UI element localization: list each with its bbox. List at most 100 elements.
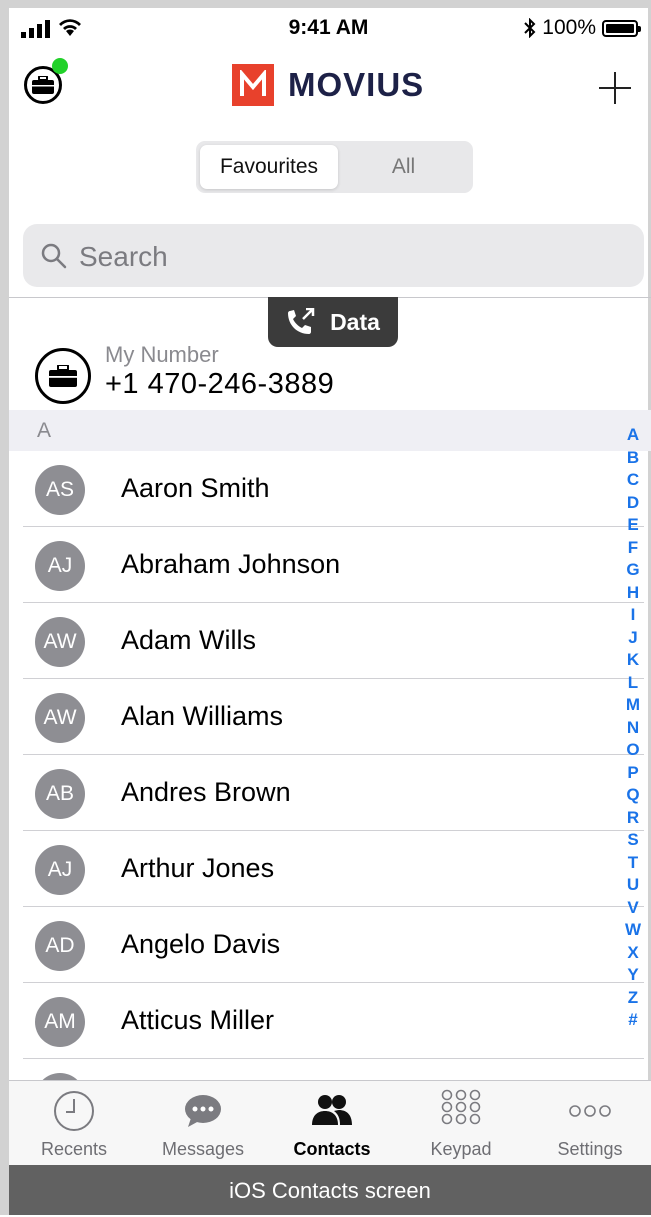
contacts-filter-segment: Favourites All (196, 141, 473, 193)
battery-icon (602, 19, 641, 37)
contact-avatar: AB (35, 769, 85, 819)
my-number-value: +1 470-246-3889 (105, 368, 335, 400)
tab-label: Settings (557, 1139, 623, 1159)
tab-all[interactable]: All (338, 145, 469, 189)
clock-icon (10, 1089, 138, 1133)
tab-label: Keypad (430, 1139, 492, 1159)
tab-settings[interactable]: Settings (526, 1081, 651, 1166)
screen-caption: iOS Contacts screen (9, 1165, 651, 1215)
contact-row[interactable]: AJ Abraham Johnson (9, 527, 651, 603)
alphabet-index-letter[interactable]: U (622, 874, 644, 897)
contact-avatar: AW (35, 617, 85, 667)
alphabet-index-letter[interactable]: Q (622, 784, 644, 807)
contact-name: Alan Williams (121, 701, 284, 731)
alphabet-index-letter[interactable]: V (622, 897, 644, 920)
search-input[interactable] (77, 236, 621, 278)
contact-avatar: AM (35, 997, 85, 1047)
tab-favourites[interactable]: Favourites (200, 145, 338, 189)
alphabet-index-letter[interactable]: H (622, 582, 644, 605)
my-number-label: My Number (105, 342, 219, 367)
battery-percent: 100% (542, 16, 596, 39)
tab-recents[interactable]: Recents (10, 1081, 138, 1166)
contact-avatar: AJ (35, 845, 85, 895)
alphabet-index-letter[interactable]: S (622, 829, 644, 852)
section-header: A (9, 410, 651, 451)
alphabet-index-letter[interactable]: G (622, 559, 644, 582)
contact-row-partial[interactable] (9, 1059, 651, 1080)
contact-name: Andres Brown (121, 777, 291, 807)
tab-messages[interactable]: Messages (139, 1081, 267, 1166)
section-letter: A (37, 419, 52, 442)
contacts-icon (268, 1089, 396, 1133)
contact-row[interactable]: AW Adam Wills (9, 603, 651, 679)
battery-status: 100% (524, 16, 641, 40)
add-contact-button[interactable] (596, 68, 636, 108)
alphabet-index-letter[interactable]: O (622, 739, 644, 762)
contact-row[interactable]: AW Alan Williams (9, 679, 651, 755)
contact-name: Angelo Davis (121, 929, 281, 959)
contact-avatar (35, 1073, 85, 1080)
contact-row[interactable]: AJ Arthur Jones (9, 831, 651, 907)
alphabet-index-letter[interactable]: I (622, 604, 644, 627)
briefcase-icon (32, 76, 54, 94)
alphabet-index-letter[interactable]: X (622, 942, 644, 965)
alphabet-index-letter[interactable]: F (622, 537, 644, 560)
contact-row[interactable]: AD Angelo Davis (9, 907, 651, 983)
alphabet-index-letter[interactable]: B (622, 447, 644, 470)
frame-border-top (0, 0, 651, 8)
alphabet-index-letter[interactable]: A (622, 424, 644, 447)
frame-border-left (0, 0, 9, 1215)
alphabet-index-letter[interactable]: K (622, 649, 644, 672)
alphabet-index-letter[interactable]: P (622, 762, 644, 785)
alphabet-index-letter[interactable]: # (622, 1009, 644, 1032)
search-icon (41, 243, 67, 269)
more-dots-icon (526, 1089, 651, 1133)
contact-name: Aaron Smith (121, 473, 270, 503)
chat-bubble-icon (139, 1089, 267, 1133)
briefcase-icon (49, 365, 77, 387)
alphabet-index-letter[interactable]: M (622, 694, 644, 717)
alphabet-index-letter[interactable]: J (622, 627, 644, 650)
alphabet-index-letter[interactable]: Y (622, 964, 644, 987)
contact-name: Arthur Jones (121, 853, 275, 883)
alphabet-index[interactable]: A B C D E F G H I J K L M N O P Q R S T U V W X Y Z # (622, 424, 644, 1032)
contact-row[interactable]: AM Atticus Miller (9, 983, 651, 1059)
contact-avatar: AD (35, 921, 85, 971)
keypad-icon (397, 1089, 525, 1133)
alphabet-index-letter[interactable]: R (622, 807, 644, 830)
alphabet-index-letter[interactable]: N (622, 717, 644, 740)
status-bar: 9:41 AM 100% (9, 8, 648, 48)
contact-row[interactable]: AB Andres Brown (9, 755, 651, 831)
contact-name: Atticus Miller (121, 1005, 275, 1035)
alphabet-index-letter[interactable]: C (622, 469, 644, 492)
alphabet-index-letter[interactable]: T (622, 852, 644, 875)
contact-avatar: AJ (35, 541, 85, 591)
data-call-badge[interactable]: Data (268, 297, 398, 347)
alphabet-index-letter[interactable]: Z (622, 987, 644, 1010)
tab-label: Contacts (293, 1139, 371, 1159)
online-status-dot (52, 58, 68, 74)
data-badge-label: Data (330, 308, 380, 335)
logo-text: MOVIUS (288, 66, 425, 103)
tab-contacts[interactable]: Contacts (268, 1081, 396, 1166)
contact-name: Abraham Johnson (121, 549, 341, 579)
alphabet-index-letter[interactable]: W (622, 919, 644, 942)
phone-arrow-icon (288, 308, 315, 334)
alphabet-index-letter[interactable]: E (622, 514, 644, 537)
logo-mark-icon (232, 64, 274, 106)
my-number-avatar (35, 348, 91, 404)
search-bar[interactable] (23, 224, 644, 287)
phone-frame: 9:41 AM 100% MOVIUS Favourites All Searc… (0, 0, 651, 1215)
tab-label: Messages (161, 1139, 245, 1159)
contact-name: Adam Wills (121, 625, 257, 655)
tab-label: Recents (40, 1139, 108, 1159)
contact-avatar: AS (35, 465, 85, 515)
contact-row[interactable]: AS Aaron Smith (9, 451, 651, 527)
alphabet-index-letter[interactable]: L (622, 672, 644, 695)
movius-logo: MOVIUS (232, 64, 424, 106)
contact-avatar: AW (35, 693, 85, 743)
tab-bar: Recents Messages Contacts Keypad Setting… (9, 1080, 651, 1166)
bluetooth-icon (524, 18, 536, 38)
tab-keypad[interactable]: Keypad (397, 1081, 525, 1166)
alphabet-index-letter[interactable]: D (622, 492, 644, 515)
